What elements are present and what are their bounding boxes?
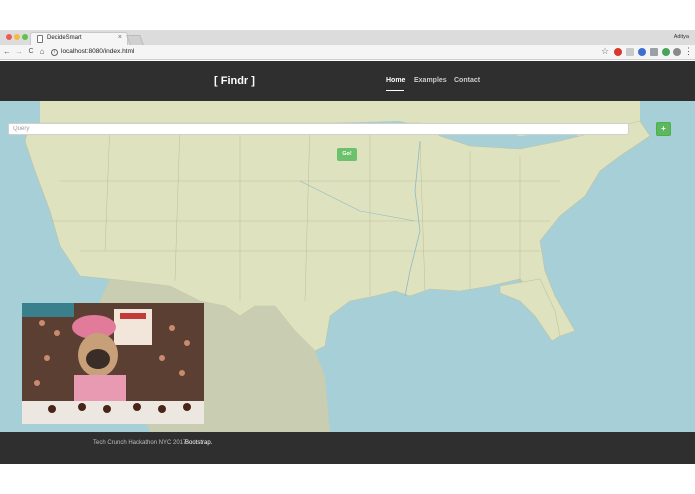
browser-user-name[interactable]: Aditya — [674, 34, 689, 40]
page-icon — [37, 35, 43, 43]
reload-icon[interactable]: C — [26, 46, 36, 58]
minimize-window-icon[interactable] — [14, 34, 20, 40]
tab-close-icon[interactable]: × — [118, 34, 122, 41]
extension-shield-icon[interactable] — [638, 48, 646, 56]
back-icon[interactable]: ← — [2, 46, 12, 58]
pug-image — [22, 303, 204, 424]
footer-period: . — [210, 440, 213, 446]
site-info-icon[interactable]: i — [51, 49, 58, 56]
address-bar-url[interactable]: localhost:8080/index.html — [61, 48, 134, 55]
site-header — [0, 61, 695, 101]
browser-tab[interactable]: DecideSmart × — [30, 32, 128, 45]
query-input[interactable] — [8, 123, 629, 135]
close-window-icon[interactable] — [6, 34, 12, 40]
extension-translate-icon[interactable] — [662, 48, 670, 56]
add-query-button[interactable]: + — [656, 122, 671, 136]
go-button[interactable]: Go! — [337, 148, 357, 161]
extension-settings-icon[interactable] — [673, 48, 681, 56]
tab-title: DecideSmart — [47, 35, 82, 41]
nav-active-underline — [386, 90, 404, 91]
nav-examples-link[interactable]: Examples — [414, 77, 447, 84]
nav-contact-link[interactable]: Contact — [454, 77, 480, 84]
nav-home-link[interactable]: Home — [386, 77, 405, 84]
forward-icon[interactable]: → — [14, 46, 24, 58]
home-icon[interactable]: ⌂ — [37, 46, 47, 58]
site-footer — [0, 432, 695, 464]
screenshot-frame: DecideSmart × Aditya ← → C ⌂ i localhost… — [0, 0, 695, 494]
footer-bootstrap-link[interactable]: Bootstrap. — [185, 440, 212, 446]
bookmark-star-icon[interactable]: ☆ — [601, 46, 609, 57]
maximize-window-icon[interactable] — [22, 34, 28, 40]
browser-menu-icon[interactable]: ⋮ — [684, 46, 693, 57]
footer-credit: Tech Crunch Hackathon NYC 2017 — [93, 440, 187, 446]
extension-block-icon[interactable] — [614, 48, 622, 56]
brand-logo[interactable]: [ Findr ] — [214, 75, 255, 87]
extension-reader-icon[interactable] — [626, 48, 634, 56]
footer-link-text[interactable]: Bootstrap — [185, 440, 211, 446]
extension-cast-icon[interactable] — [650, 48, 658, 56]
